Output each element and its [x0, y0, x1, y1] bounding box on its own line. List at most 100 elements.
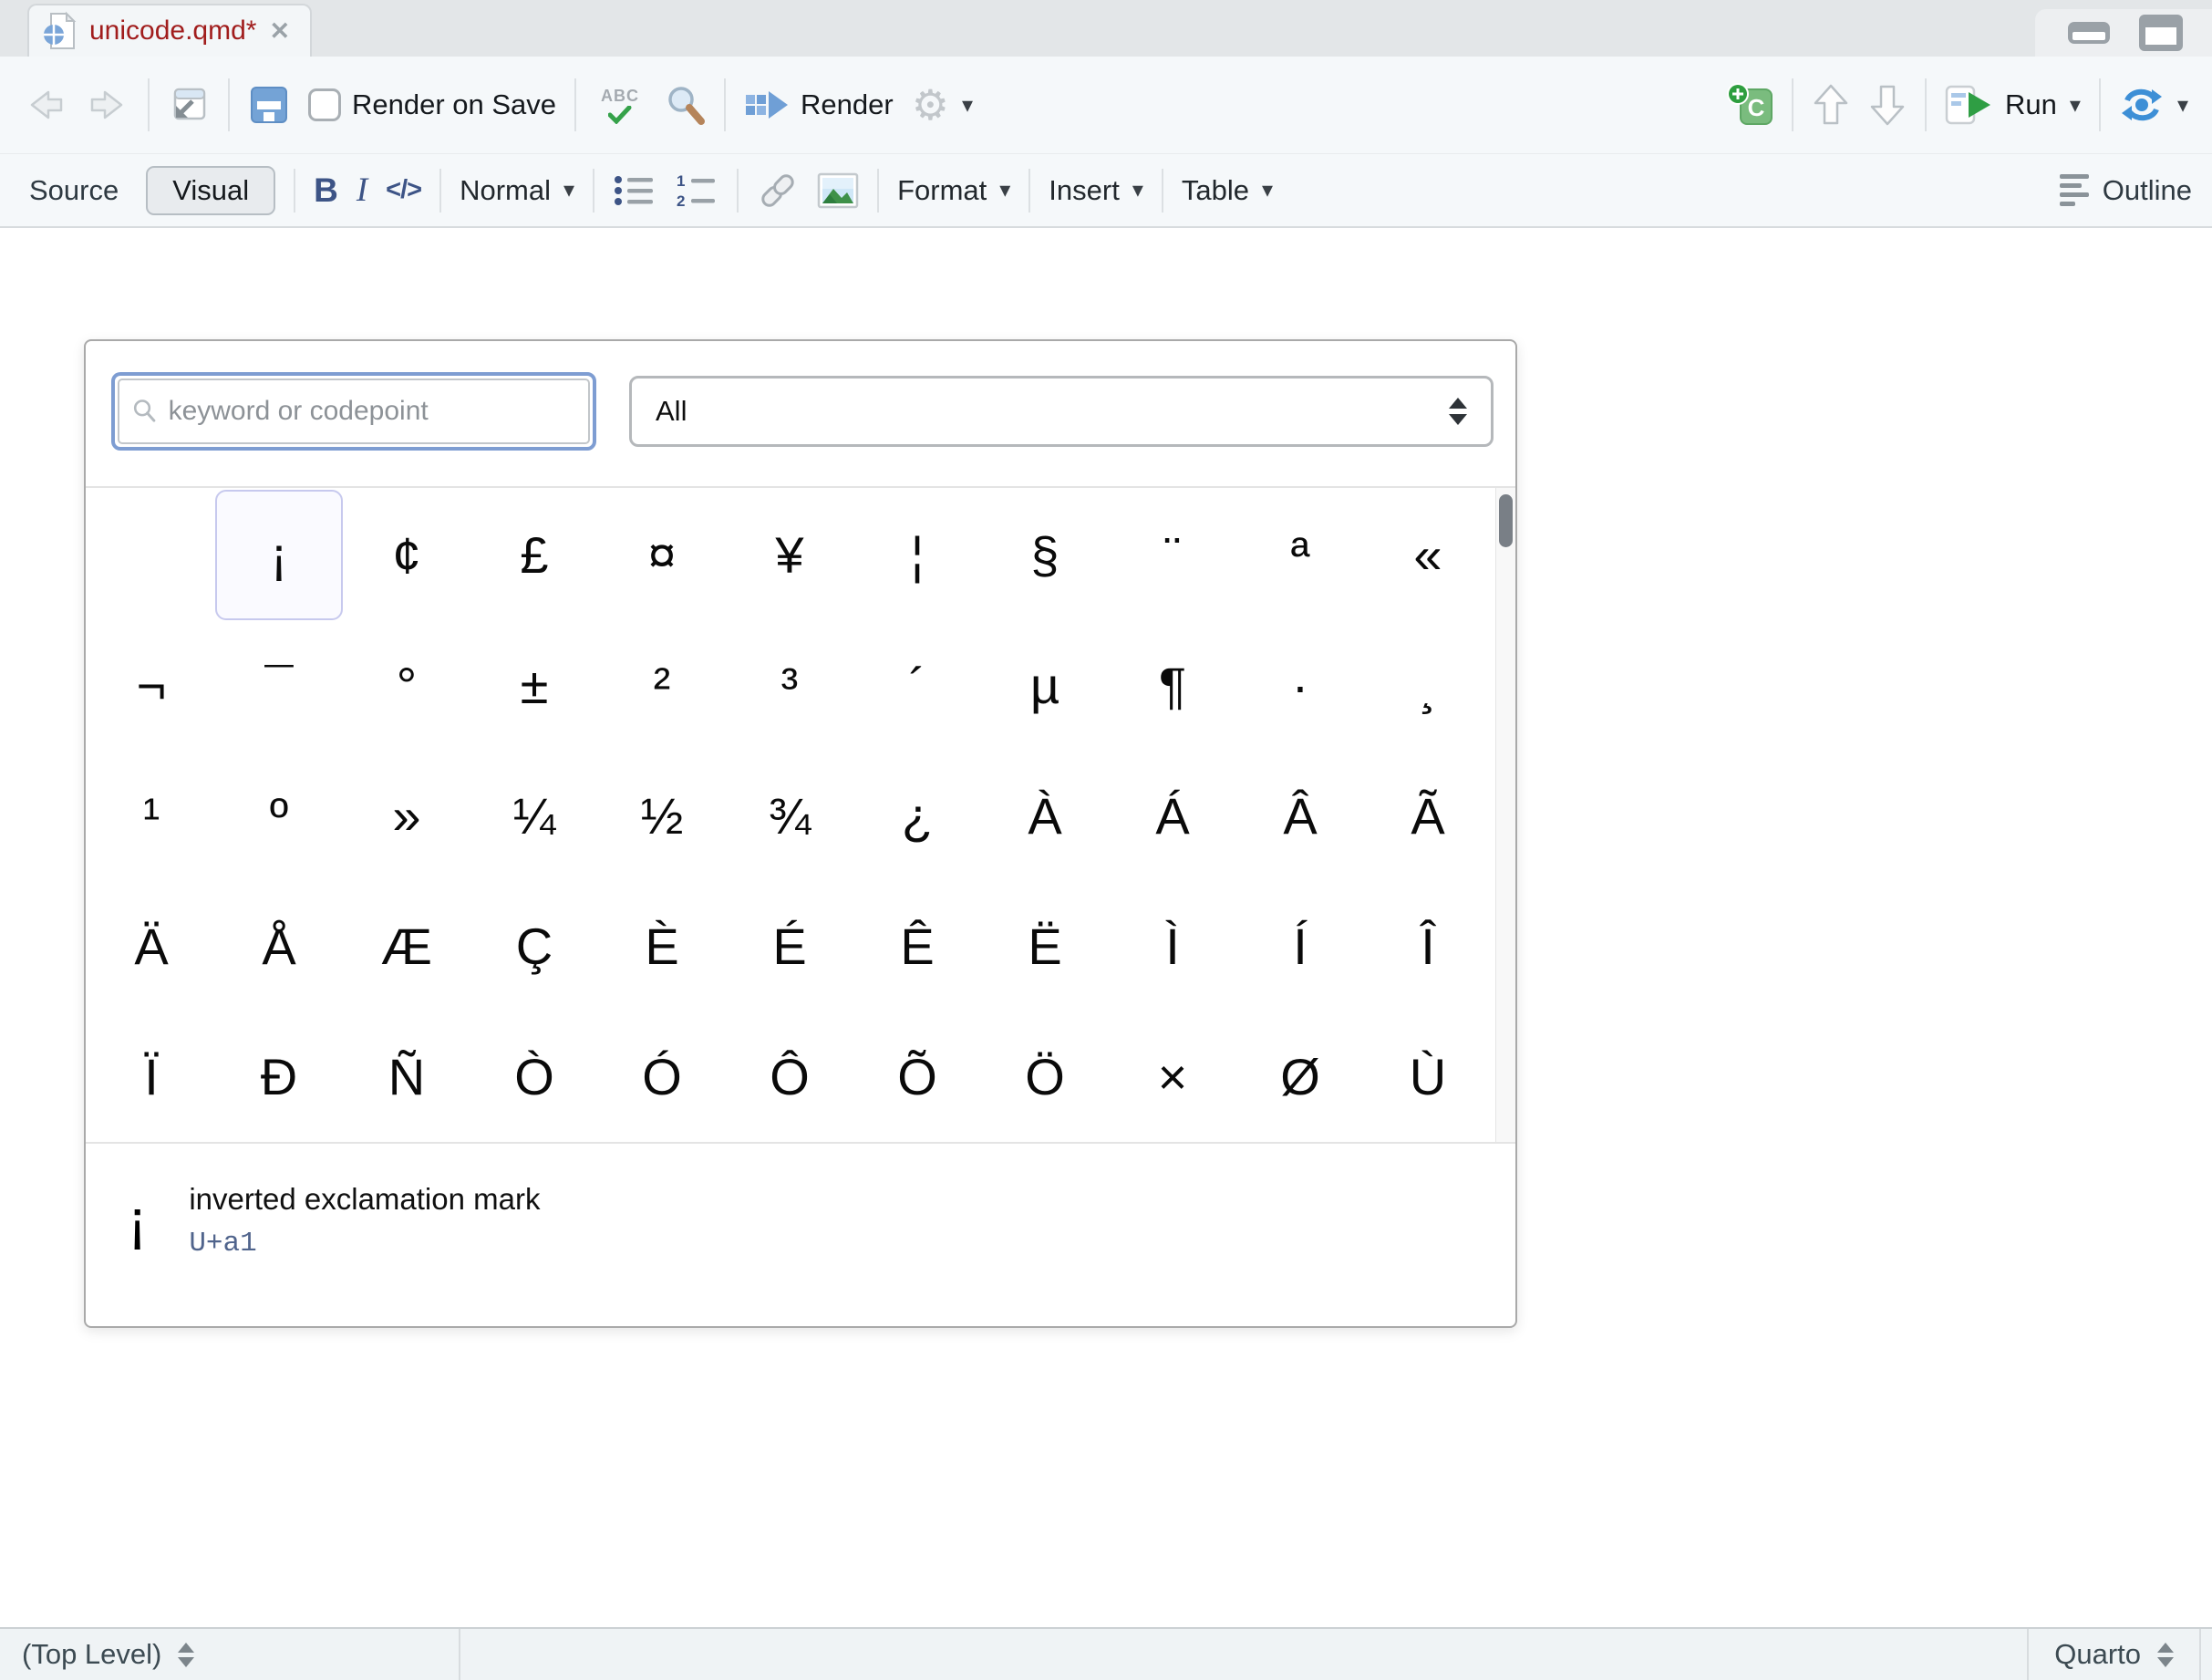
char-cell[interactable]: Ì — [1109, 881, 1236, 1011]
dialog-controls-row: All — [86, 341, 1515, 486]
tab-unicode-qmd[interactable]: unicode.qmd* ✕ — [27, 4, 312, 57]
forward-icon[interactable] — [86, 85, 129, 125]
italic-button[interactable]: I — [357, 171, 367, 210]
format-dropdown[interactable]: Format ▾ — [897, 174, 1010, 207]
char-cell[interactable]: Ô — [726, 1011, 853, 1142]
char-cell[interactable]: ¯ — [215, 620, 343, 751]
render-settings-button[interactable]: ⚙ ▾ — [912, 84, 973, 126]
char-cell[interactable]: ¸ — [1364, 620, 1492, 751]
insert-dropdown[interactable]: Insert ▾ — [1049, 174, 1143, 207]
char-cell[interactable]: À — [981, 751, 1109, 881]
char-cell[interactable]: µ — [981, 620, 1109, 751]
char-cell[interactable]: Ù — [1364, 1011, 1492, 1142]
numbered-list-icon[interactable]: 1 2 — [675, 171, 718, 210]
char-cell[interactable]: Ë — [981, 881, 1109, 1011]
char-cell[interactable]: ¼ — [470, 751, 598, 881]
char-cell[interactable]: Ö — [981, 1011, 1109, 1142]
char-cell[interactable]: × — [1109, 1011, 1236, 1142]
chunk-up-icon[interactable] — [1812, 82, 1850, 128]
char-cell[interactable]: ¥ — [726, 490, 853, 620]
save-icon[interactable] — [248, 84, 290, 126]
outline-toggle[interactable]: Outline — [2060, 174, 2192, 207]
spellcheck-icon[interactable]: ABC — [594, 87, 646, 124]
char-cell[interactable]: £ — [470, 490, 598, 620]
link-icon[interactable] — [757, 170, 799, 212]
char-cell[interactable]: ¤ — [598, 490, 726, 620]
char-cell[interactable]: ´ — [853, 620, 981, 751]
char-cell[interactable]: « — [1364, 490, 1492, 620]
tab-close-icon[interactable]: ✕ — [269, 17, 290, 46]
minimize-icon[interactable] — [2068, 22, 2110, 44]
char-cell[interactable]: È — [598, 881, 726, 1011]
render-on-save-checkbox[interactable] — [308, 88, 341, 121]
separator — [574, 78, 576, 131]
search-input[interactable] — [169, 396, 575, 427]
inline-code-button[interactable]: </> — [386, 175, 421, 205]
back-icon[interactable] — [24, 85, 67, 125]
char-cell[interactable]: ¨ — [1109, 490, 1236, 620]
char-cell[interactable]: ¾ — [726, 751, 853, 881]
table-dropdown[interactable]: Table ▾ — [1182, 174, 1273, 207]
separator — [724, 78, 726, 131]
render-on-save-toggle[interactable]: Render on Save — [308, 88, 556, 121]
char-cell[interactable]: Ñ — [343, 1011, 470, 1142]
find-replace-icon[interactable] — [664, 84, 706, 126]
char-cell[interactable]: ± — [470, 620, 598, 751]
render-button[interactable]: Render — [744, 85, 894, 125]
char-cell[interactable]: » — [343, 751, 470, 881]
char-cell[interactable]: § — [981, 490, 1109, 620]
scrollbar[interactable] — [1495, 488, 1515, 1142]
char-cell[interactable]: Ê — [853, 881, 981, 1011]
char-cell[interactable]: É — [726, 881, 853, 1011]
char-cell[interactable]: ° — [343, 620, 470, 751]
char-cell[interactable]: · — [1236, 620, 1364, 751]
source-rerun-button[interactable]: ▾ — [2119, 84, 2188, 126]
char-cell[interactable]: Â — [1236, 751, 1364, 881]
char-cell[interactable]: Ï — [88, 1011, 215, 1142]
language-mode-selector[interactable]: Quarto — [2027, 1629, 2201, 1680]
source-mode-button[interactable]: Source — [20, 174, 128, 207]
scope-selector[interactable]: (Top Level) — [0, 1629, 460, 1680]
char-cell[interactable] — [88, 490, 215, 620]
image-icon[interactable] — [817, 172, 859, 209]
char-cell[interactable]: Æ — [343, 881, 470, 1011]
char-cell[interactable]: ¹ — [88, 751, 215, 881]
category-select[interactable]: All — [629, 376, 1494, 447]
char-cell[interactable]: Ä — [88, 881, 215, 1011]
open-new-window-icon[interactable] — [168, 85, 210, 125]
char-cell[interactable]: Í — [1236, 881, 1364, 1011]
run-button[interactable]: Run ▾ — [1945, 84, 2081, 126]
char-cell[interactable]: Ð — [215, 1011, 343, 1142]
char-cell[interactable]: Ò — [470, 1011, 598, 1142]
char-cell[interactable]: ¬ — [88, 620, 215, 751]
char-cell[interactable]: ¢ — [343, 490, 470, 620]
separator — [1925, 78, 1927, 131]
editor-canvas[interactable]: All ¡¢£¤¥¦§¨ª« ¬¯°±²³´µ¶·¸ ¹º»¼½¾¿ÀÁÂÃ ÄÅÆÇ… — [0, 228, 2212, 1627]
paragraph-style-dropdown[interactable]: Normal ▾ — [460, 174, 574, 207]
char-cell[interactable]: ¡ — [215, 490, 343, 620]
char-cell[interactable]: ½ — [598, 751, 726, 881]
char-cell[interactable]: Ã — [1364, 751, 1492, 881]
bullet-list-icon[interactable] — [613, 171, 656, 210]
char-cell[interactable]: º — [215, 751, 343, 881]
chunk-down-icon[interactable] — [1868, 82, 1907, 128]
char-cell[interactable]: Ó — [598, 1011, 726, 1142]
visual-mode-button[interactable]: Visual — [146, 166, 275, 215]
char-cell[interactable]: ² — [598, 620, 726, 751]
char-cell[interactable]: Ø — [1236, 1011, 1364, 1142]
char-cell[interactable]: ¶ — [1109, 620, 1236, 751]
char-cell[interactable]: ¦ — [853, 490, 981, 620]
insert-chunk-icon[interactable]: C — [1726, 82, 1773, 128]
char-cell[interactable]: Î — [1364, 881, 1492, 1011]
char-cell[interactable]: Á — [1109, 751, 1236, 881]
char-cell[interactable]: ª — [1236, 490, 1364, 620]
char-cell[interactable]: Å — [215, 881, 343, 1011]
scrollbar-thumb[interactable] — [1499, 494, 1513, 547]
maximize-icon[interactable] — [2139, 15, 2183, 51]
bold-button[interactable]: B — [314, 171, 338, 210]
char-cell[interactable]: Ç — [470, 881, 598, 1011]
char-cell[interactable]: Õ — [853, 1011, 981, 1142]
char-cell[interactable]: ³ — [726, 620, 853, 751]
char-cell[interactable]: ¿ — [853, 751, 981, 881]
updown-arrows-icon — [2157, 1643, 2174, 1667]
